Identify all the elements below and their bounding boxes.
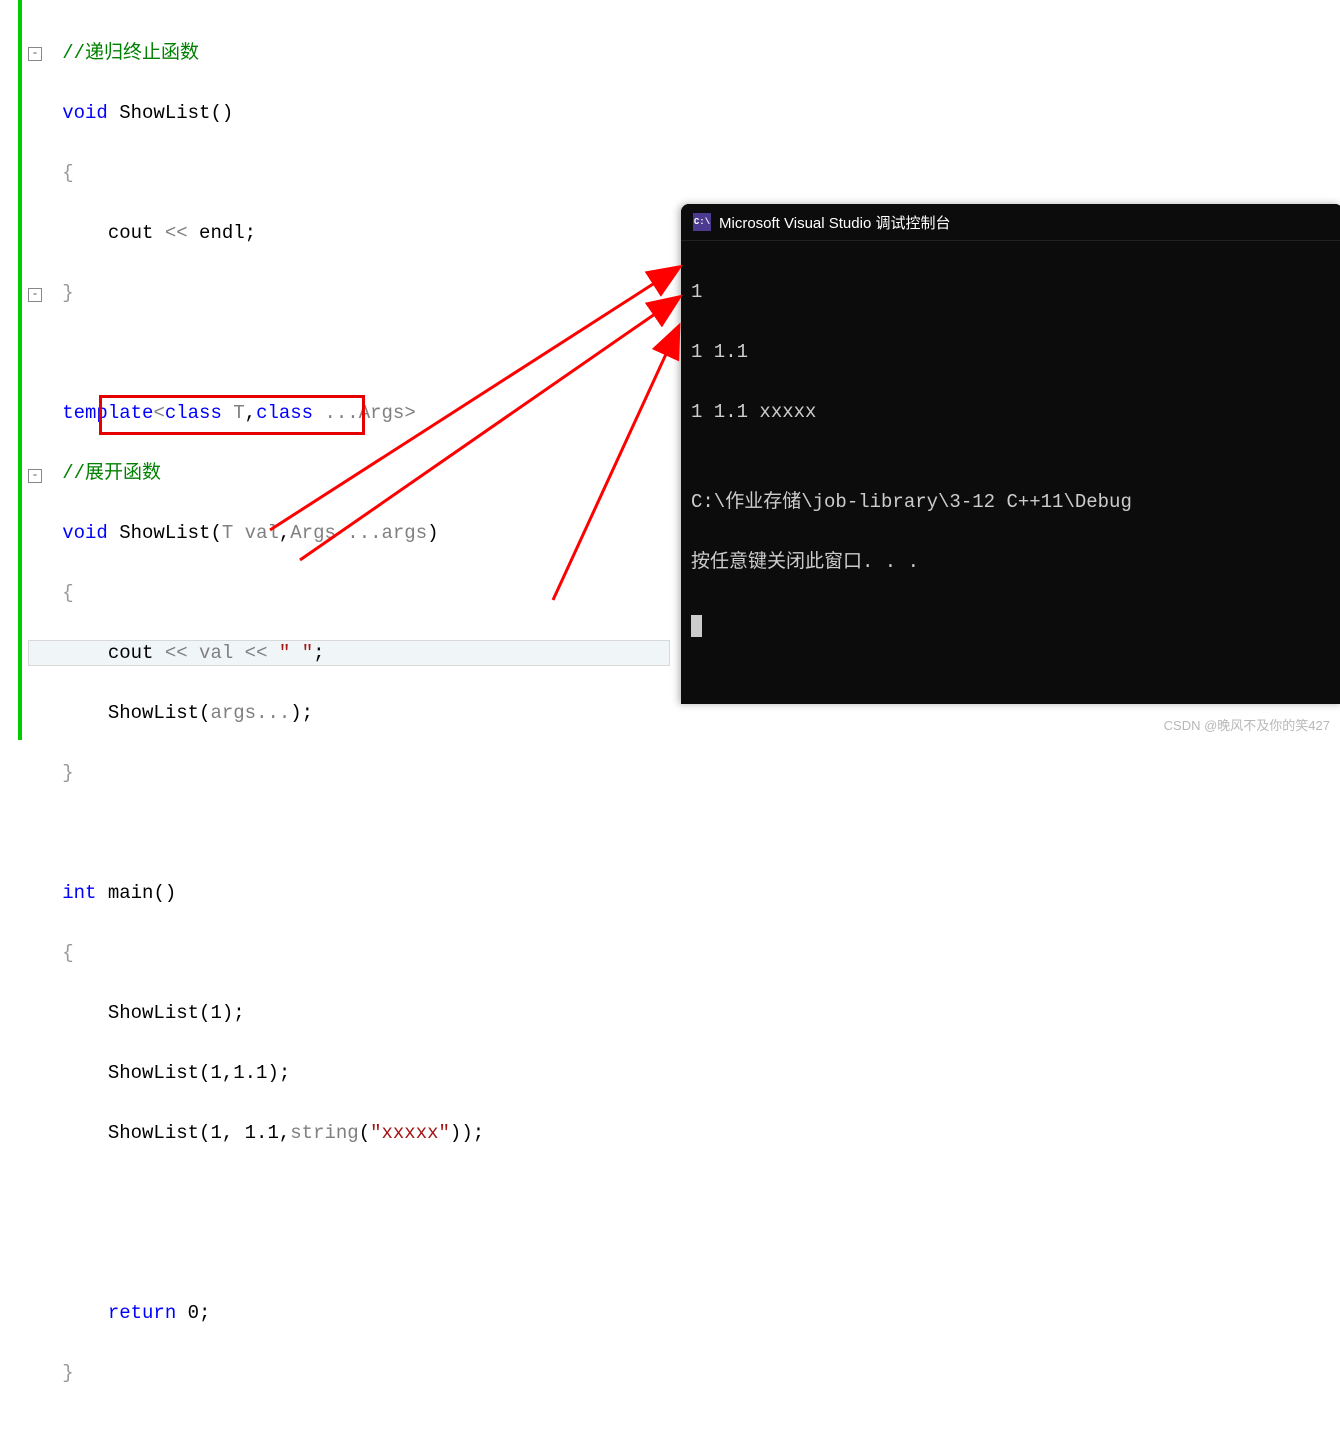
console-window: C:\ Microsoft Visual Studio 调试控制台 1 1 1.… bbox=[681, 204, 1340, 704]
console-title: Microsoft Visual Studio 调试控制台 bbox=[719, 212, 950, 233]
output-line: 1 bbox=[691, 277, 1333, 307]
highlight-box bbox=[99, 395, 365, 435]
console-output: 1 1 1.1 1 1.1 xxxxx C:\作业存储\job-library\… bbox=[681, 241, 1340, 673]
console-app-icon: C:\ bbox=[693, 213, 711, 231]
output-line: 按任意键关闭此窗口. . . bbox=[691, 547, 1333, 577]
gutter-bar bbox=[18, 0, 22, 740]
comment: //展开函数 bbox=[62, 462, 161, 484]
comment: //递归终止函数 bbox=[62, 42, 199, 64]
code-editor[interactable]: - - - //递归终止函数 void ShowList() { cout <<… bbox=[0, 0, 680, 740]
watermark: CSDN @晚风不及你的笑427 bbox=[1164, 715, 1330, 734]
console-titlebar[interactable]: C:\ Microsoft Visual Studio 调试控制台 bbox=[681, 204, 1340, 241]
code-content: //递归终止函数 void ShowList() { cout << endl;… bbox=[28, 8, 484, 1448]
output-line: 1 1.1 xxxxx bbox=[691, 397, 1333, 427]
console-cursor bbox=[691, 615, 702, 637]
output-line: C:\作业存储\job-library\3-12 C++11\Debug bbox=[691, 487, 1333, 517]
output-line: 1 1.1 bbox=[691, 337, 1333, 367]
